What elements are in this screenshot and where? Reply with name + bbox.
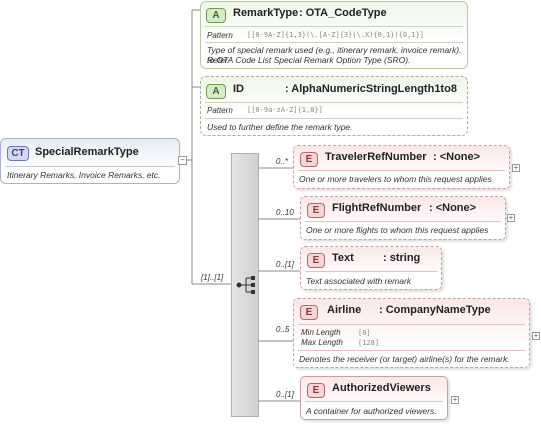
element-badge: E: [307, 253, 325, 268]
element-badge: E: [300, 305, 318, 320]
element-badge: E: [307, 383, 325, 398]
complex-type-name: SpecialRemarkType: [35, 146, 139, 158]
attribute-badge: A: [206, 84, 226, 99]
complex-type-badge: CT: [7, 146, 29, 161]
element-description: One or more travelers to whom this reque…: [299, 174, 492, 184]
element-description: Denotes the receiver (or target) airline…: [299, 354, 510, 364]
element-cardinality: 0..10: [276, 208, 294, 217]
element-type: : <None>: [429, 202, 477, 214]
divider: [205, 26, 463, 27]
element-badge: E: [300, 152, 318, 167]
element-authorizedviewers[interactable]: E AuthorizedViewers A container for auth…: [300, 376, 448, 420]
min-length-label: Min Length: [301, 328, 341, 337]
element-travelerrefnumber[interactable]: E TravelerRefNumber : <None> One or more…: [293, 145, 510, 189]
divider: [298, 350, 525, 351]
divider: [305, 401, 443, 402]
element-name: AuthorizedViewers: [332, 382, 431, 394]
divider: [298, 324, 525, 325]
divider: [205, 42, 463, 43]
element-cardinality: 0..5: [276, 325, 290, 334]
attribute-description: Used to further define the remark type.: [207, 122, 353, 132]
attribute-type: : OTA_CodeType: [299, 7, 387, 19]
attribute-id[interactable]: A ID : AlphaNumericStringLength1to8 Patt…: [200, 76, 468, 136]
divider: [305, 221, 501, 222]
element-cardinality: 0..[1]: [276, 260, 294, 269]
expand-toggle[interactable]: +: [532, 332, 540, 340]
element-type: : string: [383, 252, 421, 264]
attribute-name: ID: [233, 83, 244, 95]
attribute-name: RemarkType: [233, 7, 299, 19]
collapse-toggle[interactable]: −: [178, 156, 187, 165]
attribute-badge: A: [206, 8, 226, 23]
pattern-label: Pattern: [207, 31, 233, 40]
expand-toggle[interactable]: +: [512, 164, 520, 172]
expand-toggle[interactable]: +: [507, 214, 515, 222]
sequence-cardinality: [1]..[1]: [201, 273, 224, 282]
element-flightrefnumber[interactable]: E FlightRefNumber : <None> One or more f…: [300, 196, 506, 240]
element-description: One or more flights to whom this request…: [306, 225, 489, 235]
complex-type-description: Itinerary Remarks, Invoice Remarks, etc.: [7, 170, 161, 180]
element-description: Text associated with remark: [306, 276, 412, 286]
divider: [305, 271, 437, 272]
element-description: A container for authorized viewers.: [306, 406, 437, 416]
element-name: TravelerRefNumber: [325, 151, 427, 163]
element-type: : CompanyNameType: [379, 304, 491, 316]
pattern-value: [[0-9A-Z]{1,3}(\.[A-Z]{3}(\.X){0,1}){0,1…: [247, 31, 425, 39]
expand-toggle[interactable]: +: [451, 396, 459, 404]
sequence-icon: [236, 276, 255, 294]
element-cardinality: 0..[1]: [276, 390, 294, 399]
element-type: : <None>: [433, 151, 481, 163]
divider: [205, 102, 463, 103]
pattern-label: Pattern: [207, 106, 233, 115]
attribute-type: : AlphaNumericStringLength1to8: [285, 83, 457, 95]
attribute-description-line2: to OTA Code List Special Remark Option T…: [207, 55, 411, 65]
attribute-remarktype[interactable]: A RemarkType : OTA_CodeType Pattern [[0-…: [200, 1, 468, 69]
max-length-label: Max Length: [301, 338, 343, 347]
element-airline[interactable]: E Airline : CompanyNameType Min Length […: [293, 298, 530, 368]
element-cardinality: 0..*: [276, 157, 289, 166]
sequence-compositor[interactable]: [231, 153, 259, 417]
element-name: Airline: [327, 304, 362, 316]
complex-type-box[interactable]: CT SpecialRemarkType Itinerary Remarks, …: [0, 138, 180, 184]
divider: [298, 170, 505, 171]
pattern-value: [[0-9a-zA-Z]{1,8}]: [247, 106, 323, 114]
element-name: Text: [332, 252, 354, 264]
divider: [5, 166, 175, 167]
divider: [205, 118, 463, 119]
min-length-value: [0]: [358, 329, 371, 337]
element-badge: E: [307, 203, 325, 218]
max-length-value: [128]: [358, 339, 380, 347]
element-name: FlightRefNumber: [332, 202, 422, 214]
element-text[interactable]: E Text : string Text associated with rem…: [300, 246, 442, 290]
